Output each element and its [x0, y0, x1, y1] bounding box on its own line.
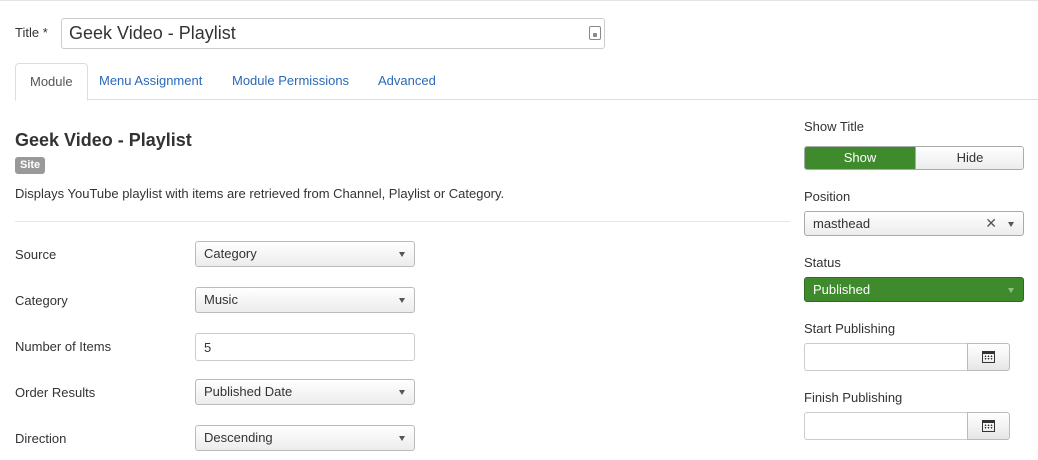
title-label: Title *: [15, 25, 48, 40]
clear-x-icon[interactable]: ✕: [985, 212, 997, 235]
calendar-icon: [982, 351, 995, 363]
start-publishing-input[interactable]: [804, 343, 968, 371]
start-publishing-calendar-button[interactable]: [967, 343, 1010, 371]
finish-publishing-label: Finish Publishing: [804, 390, 903, 405]
tab-bar: Module Menu Assignment Module Permission…: [15, 63, 1038, 101]
source-label: Source: [15, 247, 57, 262]
tab-advanced[interactable]: Advanced: [364, 63, 450, 100]
direction-value: Descending: [204, 430, 273, 445]
direction-label: Direction: [15, 431, 67, 446]
direction-select[interactable]: Descending: [195, 425, 415, 451]
site-badge: Site: [15, 157, 46, 174]
category-label: Category: [15, 293, 68, 308]
show-title-show-button[interactable]: Show: [805, 147, 915, 169]
module-heading: Geek Video - Playlist: [15, 130, 192, 150]
finish-publishing-input[interactable]: [804, 412, 968, 440]
order-results-label: Order Results: [15, 385, 96, 400]
source-value: Category: [204, 246, 257, 261]
show-title-hide-button[interactable]: Hide: [915, 147, 1023, 169]
calendar-icon: [982, 420, 995, 432]
category-select[interactable]: Music: [195, 287, 415, 313]
chevron-down-icon: [399, 436, 405, 441]
number-of-items-input[interactable]: [195, 333, 415, 361]
start-publishing-label: Start Publishing: [804, 321, 896, 336]
chevron-down-icon: [399, 252, 405, 257]
status-value: Published: [813, 282, 871, 297]
source-select[interactable]: Category: [195, 241, 415, 267]
chevron-down-icon: [1008, 288, 1014, 293]
number-of-items-label: Number of Items: [15, 339, 112, 354]
show-title-label: Show Title: [804, 119, 864, 134]
order-results-select[interactable]: Published Date: [195, 379, 415, 405]
tab-module-permissions[interactable]: Module Permissions: [218, 63, 363, 100]
order-results-value: Published Date: [204, 384, 293, 399]
chevron-down-icon: [399, 390, 405, 395]
divider: [15, 221, 790, 222]
finish-publishing-calendar-button[interactable]: [967, 412, 1010, 440]
title-input[interactable]: [61, 18, 605, 49]
tab-module[interactable]: Module: [15, 63, 88, 101]
category-value: Music: [204, 292, 238, 307]
tab-menu-assignment[interactable]: Menu Assignment: [85, 63, 216, 100]
editor-icon[interactable]: [589, 26, 601, 40]
module-description: Displays YouTube playlist with items are…: [15, 186, 505, 201]
position-select[interactable]: masthead ✕: [804, 211, 1024, 236]
position-label: Position: [804, 189, 851, 204]
status-label: Status: [804, 255, 841, 270]
position-value: masthead: [813, 216, 871, 231]
show-title-toggle: Show Hide: [804, 146, 1024, 170]
chevron-down-icon: [399, 298, 405, 303]
status-select[interactable]: Published: [804, 277, 1024, 302]
top-border: [0, 0, 1038, 3]
chevron-down-icon: [1008, 222, 1014, 227]
